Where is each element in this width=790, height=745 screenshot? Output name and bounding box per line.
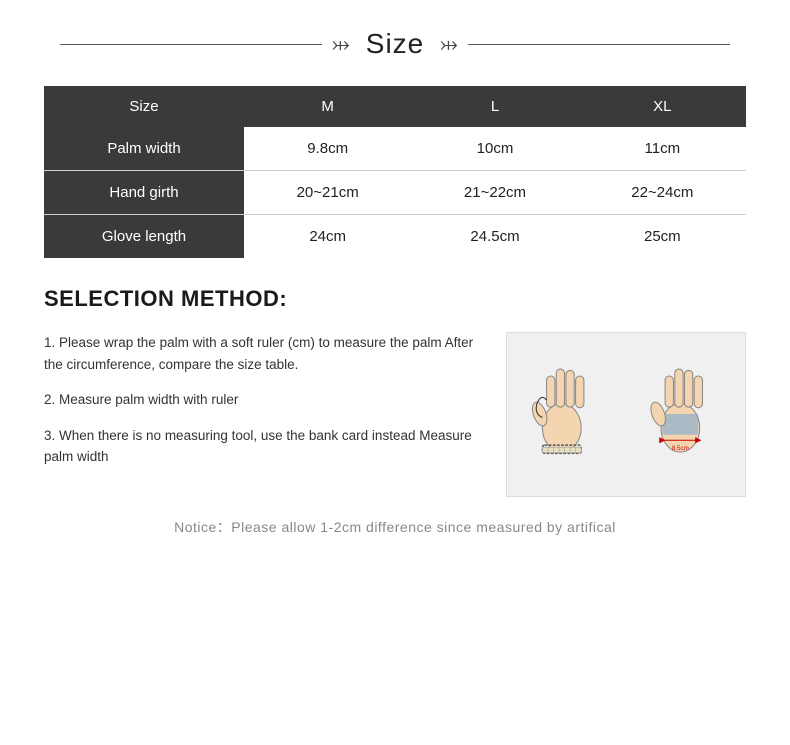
header-title: Size	[360, 28, 430, 60]
row-m: 20~21cm	[244, 171, 411, 215]
step-1: 1. Please wrap the palm with a soft rule…	[44, 332, 482, 375]
table-row: Palm width 9.8cm 10cm 11cm	[44, 127, 746, 171]
row-m: 9.8cm	[244, 127, 411, 171]
selection-section: SELECTION METHOD: 1. Please wrap the pal…	[44, 286, 746, 497]
header-row: ⤔ Size ⤔	[0, 0, 790, 78]
col-header-l: L	[411, 86, 578, 127]
row-l: 10cm	[411, 127, 578, 171]
selection-content: 1. Please wrap the palm with a soft rule…	[44, 332, 746, 497]
row-m: 24cm	[244, 215, 411, 259]
chevron-left-icon[interactable]: ⤔	[332, 33, 350, 55]
col-header-m: M	[244, 86, 411, 127]
svg-text:8.5cm: 8.5cm	[672, 445, 689, 452]
row-l: 24.5cm	[411, 215, 578, 259]
row-l: 21~22cm	[411, 171, 578, 215]
header-line-right	[468, 44, 730, 45]
col-header-xl: XL	[579, 86, 746, 127]
row-label: Glove length	[44, 215, 244, 259]
notice-text: Notice：Please allow 1-2cm difference sin…	[174, 519, 616, 535]
row-xl: 25cm	[579, 215, 746, 259]
size-table-wrapper: Size M L XL Palm width 9.8cm 10cm 11cm H…	[44, 86, 746, 258]
row-xl: 22~24cm	[579, 171, 746, 215]
notice-row: Notice：Please allow 1-2cm difference sin…	[44, 517, 746, 537]
selection-title: SELECTION METHOD:	[44, 286, 746, 312]
col-header-size: Size	[44, 86, 244, 127]
selection-image: 8.5cm	[506, 332, 746, 497]
row-label: Hand girth	[44, 171, 244, 215]
row-label: Palm width	[44, 127, 244, 171]
selection-text: 1. Please wrap the palm with a soft rule…	[44, 332, 482, 468]
step-3: 3. When there is no measuring tool, use …	[44, 425, 482, 468]
hand-svg: 8.5cm	[507, 333, 745, 496]
step-2: 2. Measure palm width with ruler	[44, 389, 482, 411]
header-line-left	[60, 44, 322, 45]
table-row: Glove length 24cm 24.5cm 25cm	[44, 215, 746, 259]
table-row: Hand girth 20~21cm 21~22cm 22~24cm	[44, 171, 746, 215]
row-xl: 11cm	[579, 127, 746, 171]
table-header-row: Size M L XL	[44, 86, 746, 127]
size-table: Size M L XL Palm width 9.8cm 10cm 11cm H…	[44, 86, 746, 258]
chevron-right-icon[interactable]: ⤔	[440, 33, 458, 55]
